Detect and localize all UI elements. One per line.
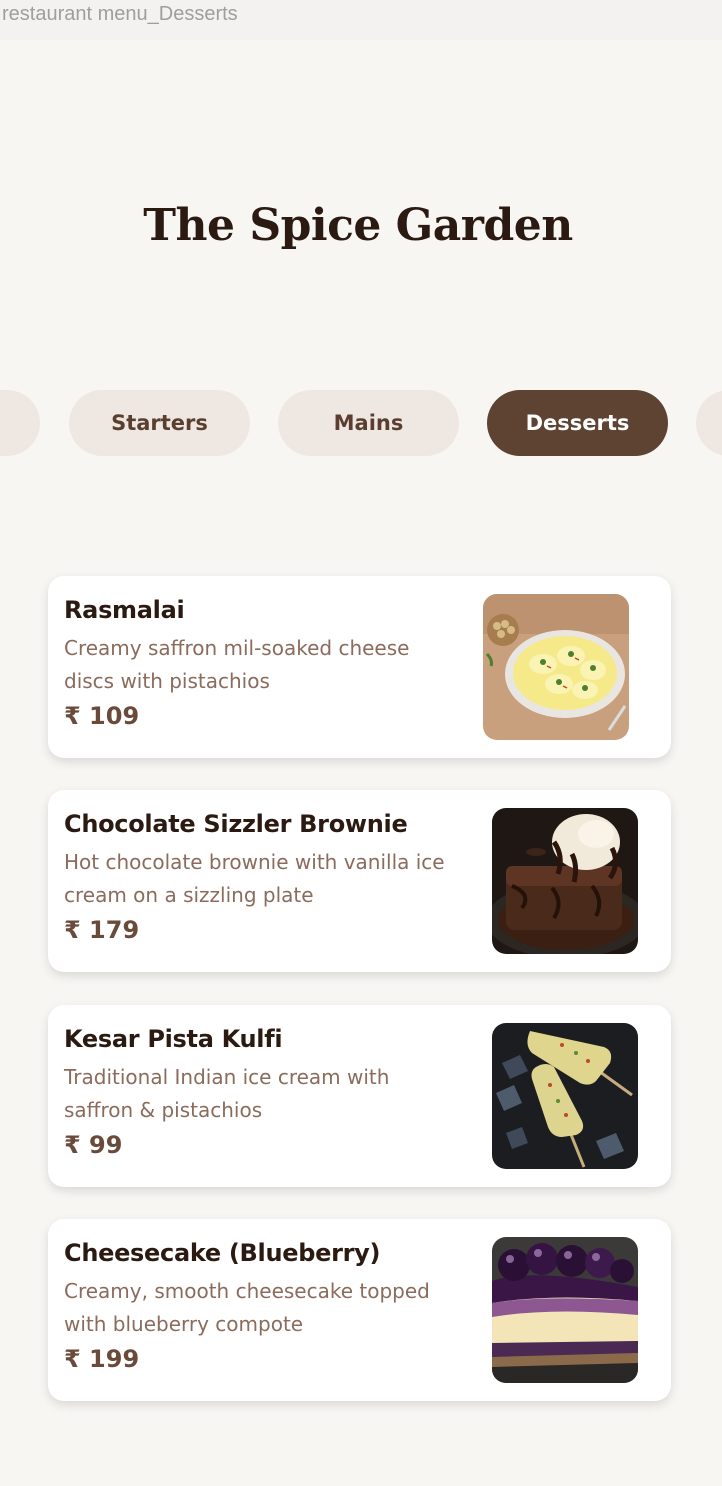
item-description: Traditional Indian ice cream with saffro… bbox=[64, 1065, 390, 1122]
tab-partial-right[interactable] bbox=[696, 390, 722, 456]
menu-item-card[interactable]: Rasmalai Creamy saffron mil-soaked chees… bbox=[48, 576, 671, 758]
menu-item-card[interactable]: Chocolate Sizzler Brownie Hot chocolate … bbox=[48, 790, 671, 972]
item-price: ₹ 99 bbox=[64, 1131, 123, 1159]
item-price: ₹ 109 bbox=[64, 702, 140, 730]
item-name: Cheesecake (Blueberry) bbox=[64, 1239, 381, 1267]
cheesecake-photo bbox=[492, 1237, 638, 1383]
item-name: Kesar Pista Kulfi bbox=[64, 1025, 283, 1053]
tab-partial-left[interactable] bbox=[0, 390, 40, 456]
menu-item-card[interactable]: Kesar Pista Kulfi Traditional Indian ice… bbox=[48, 1005, 671, 1187]
item-price: ₹ 199 bbox=[64, 1345, 140, 1373]
tab-starters[interactable]: Starters bbox=[69, 390, 250, 456]
frame-label: restaurant menu_Desserts bbox=[0, 0, 722, 40]
menu-item-card[interactable]: Cheesecake (Blueberry) Creamy, smooth ch… bbox=[48, 1219, 671, 1401]
item-description: Hot chocolate brownie with vanilla ice c… bbox=[64, 850, 445, 907]
rasmalai-photo bbox=[483, 594, 629, 740]
item-price: ₹ 179 bbox=[64, 916, 140, 944]
kulfi-photo bbox=[492, 1023, 638, 1169]
item-name: Chocolate Sizzler Brownie bbox=[64, 810, 408, 838]
tab-mains[interactable]: Mains bbox=[278, 390, 459, 456]
item-name: Rasmalai bbox=[64, 596, 185, 624]
item-description: Creamy, smooth cheesecake topped with bl… bbox=[64, 1279, 430, 1336]
item-description: Creamy saffron mil-soaked cheese discs w… bbox=[64, 636, 410, 693]
brownie-photo bbox=[492, 808, 638, 954]
restaurant-title: The Spice Garden bbox=[143, 200, 573, 251]
tab-desserts[interactable]: Desserts bbox=[487, 390, 668, 456]
category-tabs: Starters Mains Desserts bbox=[0, 390, 722, 456]
